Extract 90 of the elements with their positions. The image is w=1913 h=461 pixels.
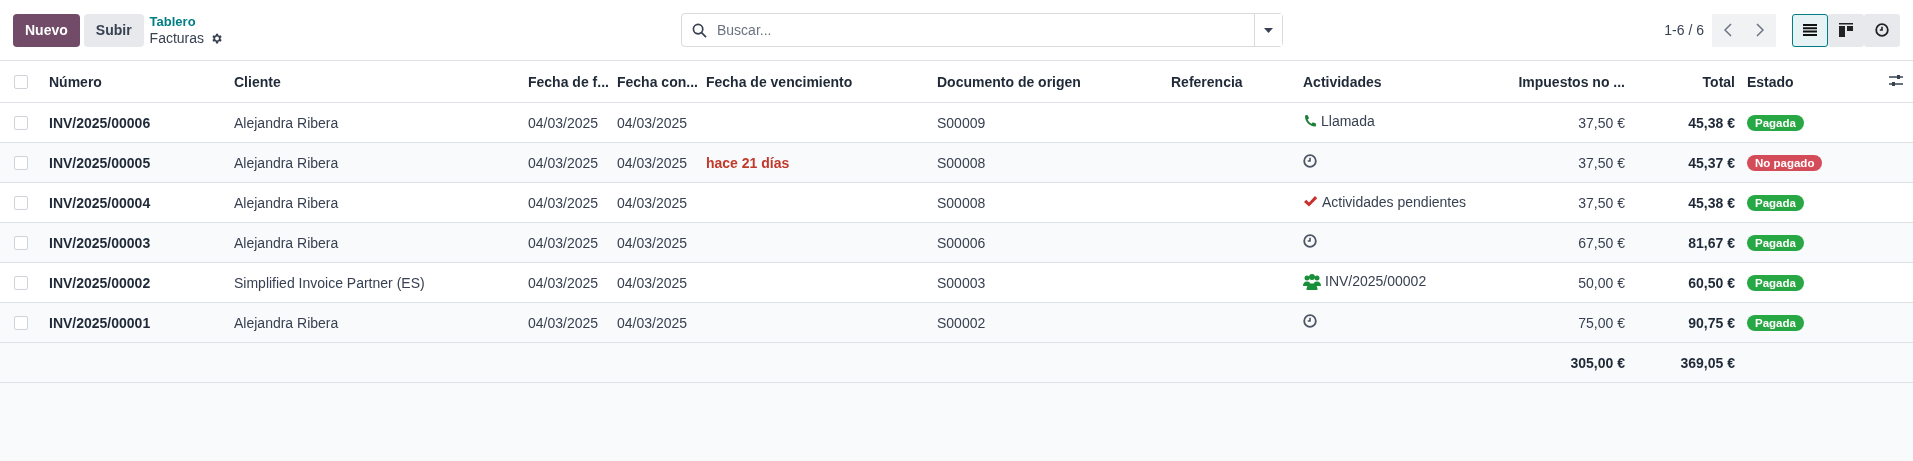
activity-label: Actividades pendientes [1322, 193, 1466, 210]
table-cell-text: 37,50 € [1577, 154, 1625, 171]
column-header[interactable]: Número [49, 73, 102, 90]
table-cell: Simplified Invoice Partner (ES) [234, 274, 425, 291]
activity-label: Llamada [1321, 113, 1375, 130]
list-icon [1803, 24, 1817, 36]
row-checkbox[interactable] [14, 315, 28, 330]
status-badge: No pagado [1747, 155, 1823, 171]
row-checkbox[interactable] [14, 115, 28, 130]
table-cell: S00003 [937, 274, 986, 291]
view-switch-button[interactable] [1864, 13, 1900, 47]
table-cell: hace 21 días [706, 154, 790, 171]
table-cell: INV/2025/00006 [49, 114, 151, 131]
clock-icon[interactable] [1303, 314, 1317, 328]
table-cell: 04/03/2025 [617, 194, 688, 211]
total-sum: 369,05 € [1680, 354, 1735, 371]
table-cell: S00009 [937, 114, 986, 131]
table-cell: 04/03/2025 [528, 154, 599, 171]
table-cell-text: 37,50 € [1577, 194, 1625, 211]
table-cell: S00006 [937, 234, 986, 251]
phone-icon[interactable] [1303, 113, 1317, 129]
table-cell: 04/03/2025 [528, 194, 599, 211]
breadcrumb-link[interactable]: Tablero [149, 13, 224, 30]
status-badge: Pagada [1747, 315, 1804, 331]
row-checkbox[interactable] [14, 155, 28, 170]
upload-button[interactable]: Subir [83, 13, 144, 47]
check-icon[interactable] [1303, 195, 1318, 209]
clock-icon[interactable] [1303, 154, 1317, 168]
row-checkbox[interactable] [14, 195, 28, 210]
table-cell: 04/03/2025 [617, 274, 688, 291]
table-cell: Alejandra Ribera [234, 154, 339, 171]
table-cell: 04/03/2025 [617, 234, 688, 251]
table-cell: INV/2025/00005 [49, 154, 151, 171]
search-icon [692, 22, 707, 38]
status-badge: Pagada [1747, 235, 1804, 251]
table-cell: Alejandra Ribera [234, 114, 339, 131]
status-badge: Pagada [1747, 275, 1804, 291]
activity-label: INV/2025/00002 [1325, 273, 1427, 289]
table-cell: Alejandra Ribera [234, 234, 339, 251]
table-cell: S00002 [937, 314, 986, 331]
clock-icon[interactable] [1303, 234, 1317, 248]
table-cell: 04/03/2025 [528, 274, 599, 291]
search-options-button[interactable] [1254, 14, 1282, 46]
table-cell-text: 37,50 € [1577, 114, 1625, 131]
sliders-icon[interactable] [1889, 73, 1903, 87]
column-header[interactable]: Cliente [234, 73, 281, 90]
chevron-right-icon [1756, 23, 1764, 37]
table-cell-text: 75,00 € [1577, 314, 1625, 331]
view-switch-button[interactable] [1828, 13, 1864, 47]
table-cell-text: 50,00 € [1577, 274, 1625, 291]
view-switch-button[interactable] [1792, 13, 1828, 47]
table-cell: S00008 [937, 154, 986, 171]
settings-icon[interactable] [210, 32, 224, 45]
clock-icon [1875, 23, 1889, 37]
status-badge: Pagada [1747, 115, 1804, 131]
table-cell-text: 45,38 € [1687, 194, 1735, 211]
table-cell: INV/2025/00004 [49, 194, 151, 211]
table-cell-text: 67,50 € [1577, 234, 1625, 251]
table-cell: 04/03/2025 [617, 114, 688, 131]
pager-value[interactable]: 1-6 / 6 [1664, 22, 1704, 38]
search-bar[interactable]: Buscar... [681, 13, 1283, 47]
untaxed-sum: 305,00 € [1570, 354, 1625, 371]
page-title: Facturas [149, 30, 205, 47]
row-checkbox[interactable] [14, 235, 28, 250]
table-cell: 04/03/2025 [617, 314, 688, 331]
table-cell: INV/2025/00001 [49, 314, 151, 331]
table-cell: 04/03/2025 [617, 154, 688, 171]
table-cell: Alejandra Ribera [234, 194, 339, 211]
table-cell: S00008 [937, 194, 986, 211]
column-header[interactable]: Actividades [1303, 73, 1382, 90]
table-cell: Alejandra Ribera [234, 314, 339, 331]
new-button[interactable]: Nuevo [13, 13, 80, 47]
table-cell-text: 45,37 € [1687, 154, 1735, 171]
chevron-left-icon [1724, 23, 1732, 37]
table-cell-text: 60,50 € [1687, 274, 1735, 291]
status-badge: Pagada [1747, 195, 1804, 211]
table-cell: INV/2025/00003 [49, 234, 151, 251]
row-checkbox[interactable] [14, 275, 28, 290]
table-cell: 04/03/2025 [528, 314, 599, 331]
people-icon[interactable] [1303, 272, 1321, 290]
table-cell: 04/03/2025 [528, 114, 599, 131]
table-cell: 04/03/2025 [528, 234, 599, 251]
column-header[interactable]: Estado [1747, 73, 1794, 90]
table-cell-text: 45,38 € [1687, 114, 1735, 131]
table-cell-text: 90,75 € [1687, 314, 1735, 331]
table-cell-text: 81,67 € [1687, 234, 1735, 251]
select-all-checkbox[interactable] [14, 74, 28, 89]
kanban-icon [1839, 23, 1853, 37]
caret-icon [1264, 27, 1273, 33]
table-cell: INV/2025/00002 [49, 274, 151, 291]
